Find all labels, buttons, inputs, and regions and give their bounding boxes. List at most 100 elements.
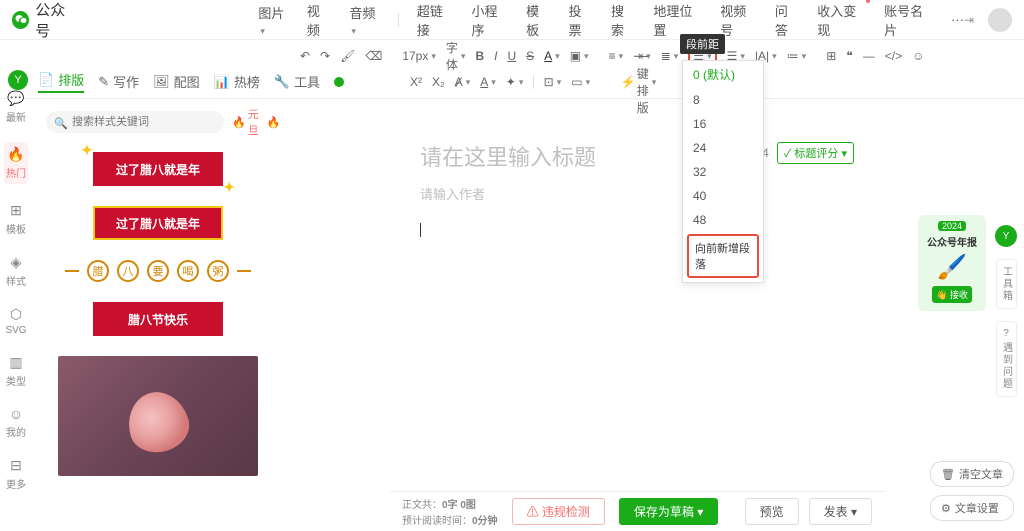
rail-latest[interactable]: 💬最新	[6, 90, 26, 124]
rail-mine[interactable]: ☺我的	[6, 406, 26, 439]
editor-cursor[interactable]	[420, 223, 421, 237]
italic-icon[interactable]: I	[494, 49, 497, 63]
bgcolor-icon[interactable]: ▣	[570, 49, 589, 63]
spacing-option-24[interactable]: 24	[683, 136, 763, 160]
rail-hot[interactable]: 🔥热门	[4, 142, 28, 184]
letterspacing-icon[interactable]: Ⱥ	[455, 75, 471, 89]
template-item-4[interactable]: 腊八节快乐	[93, 302, 223, 336]
menu-image[interactable]: 图片	[258, 3, 289, 37]
toolbox-button[interactable]: 工具箱	[996, 259, 1017, 309]
wechat-icon	[12, 11, 29, 29]
spacing-option-0[interactable]: 0 (默认)	[683, 61, 763, 88]
spacing-option-40[interactable]: 40	[683, 184, 763, 208]
filter-spring[interactable]: 🔥新年	[267, 106, 278, 138]
menu-qa[interactable]: 问答	[775, 1, 799, 39]
spacing-option-48[interactable]: 48	[683, 208, 763, 232]
rail-svg[interactable]: ⬡SVG	[5, 306, 26, 336]
list-icon[interactable]: ≔	[787, 49, 807, 63]
menu-video[interactable]: 视频	[307, 1, 331, 39]
tab-write[interactable]: ✎ 写作	[98, 72, 139, 91]
hr-icon[interactable]: —	[863, 49, 875, 63]
fontsize-select[interactable]: 17px	[402, 49, 436, 63]
tab-layout[interactable]: 📄 排版	[38, 70, 84, 93]
title-score-button[interactable]: ✓ 标题评分 ▾	[777, 142, 854, 164]
template-search-input[interactable]	[46, 111, 224, 133]
user-avatar[interactable]	[988, 8, 1012, 32]
menu-miniprogram[interactable]: 小程序	[471, 1, 508, 39]
author-placeholder[interactable]: 请输入作者	[420, 184, 854, 203]
style-icon: ◈	[11, 254, 22, 271]
border-icon[interactable]: ▭	[571, 75, 590, 89]
rail-more[interactable]: ⊟更多	[6, 457, 26, 491]
tab-image[interactable]: 🖼 配图	[153, 72, 200, 91]
spacing-option-32[interactable]: 32	[683, 160, 763, 184]
bold-icon[interactable]: B	[475, 49, 484, 63]
publish-button[interactable]: 发表 ▾	[809, 498, 872, 525]
menu-location[interactable]: 地理位置	[653, 1, 702, 39]
menu-hyperlink[interactable]: 超链接	[417, 1, 454, 39]
user-icon: ☺	[9, 406, 23, 422]
clear-article-button[interactable]: 🗑 清空文章	[930, 461, 1014, 487]
template-item-1[interactable]: 过了腊八就是年	[93, 152, 223, 186]
emoji-icon[interactable]: ☺	[912, 49, 924, 63]
menu-template[interactable]: 模板	[526, 1, 550, 39]
editor-canvas[interactable]: 54 ✓ 标题评分 ▾ 请在这里输入标题 请输入作者	[390, 100, 884, 491]
lineheight-icon[interactable]: ≣	[661, 49, 679, 63]
menu-more[interactable]: ···	[951, 12, 964, 27]
search-icon: 🔍	[54, 117, 68, 130]
superscript-icon[interactable]: X²	[410, 75, 422, 89]
rail-types[interactable]: ▥类型	[6, 354, 26, 388]
menu-audio[interactable]: 音频	[349, 3, 380, 37]
template-item-3[interactable]: 腊 八 要 喝 粥	[65, 260, 251, 282]
article-settings-button[interactable]: ⚙ 文章设置	[930, 495, 1014, 521]
menu-vote[interactable]: 投票	[569, 1, 593, 39]
code-icon[interactable]: </>	[885, 49, 902, 63]
menu-card[interactable]: 账号名片	[884, 1, 933, 39]
filter-newyear[interactable]: 🔥元旦	[232, 106, 259, 138]
fire-icon: 🔥	[7, 146, 24, 163]
specialchar-icon[interactable]: ✦	[506, 75, 524, 89]
margin-icon[interactable]: ⊡	[544, 75, 562, 89]
feedback-button[interactable]: ?遇到问题	[996, 321, 1017, 397]
promo-card[interactable]: 2024 公众号年报 🖌️ 👋 接收	[918, 215, 986, 311]
chat-icon: 💬	[7, 90, 24, 107]
add-paragraph-before[interactable]: 向前新增段落	[687, 234, 759, 278]
textcolor-icon[interactable]: A	[544, 49, 560, 63]
tab-hot[interactable]: 📊 热榜	[214, 72, 260, 91]
preview-button[interactable]: 预览	[745, 498, 799, 525]
redo-icon[interactable]: ↷	[320, 49, 330, 63]
menu-channels[interactable]: 视频号	[720, 1, 757, 39]
spacing-option-8[interactable]: 8	[683, 88, 763, 112]
right-badge-icon[interactable]: Y	[995, 225, 1017, 247]
menu-revenue[interactable]: 收入变现	[817, 1, 866, 39]
tab-tools[interactable]: 🔧 工具	[274, 72, 320, 91]
brush-icon: 🖌️	[922, 253, 982, 282]
save-draft-button[interactable]: 保存为草稿 ▾	[619, 498, 718, 525]
font-select[interactable]: 字体	[446, 39, 466, 73]
app-badge-icon[interactable]: Y	[8, 70, 28, 90]
menu-search[interactable]: 搜索	[611, 1, 635, 39]
texteffect-icon[interactable]: A	[480, 75, 496, 89]
paragraph-spacing-tooltip: 段前距	[680, 34, 725, 54]
brand-text: 公众号	[35, 0, 78, 41]
underline-icon[interactable]: U	[507, 49, 516, 63]
subscript-icon[interactable]: X₂	[432, 75, 445, 89]
table-icon[interactable]: ⊞	[826, 49, 836, 63]
export-icon[interactable]: ⇥	[964, 13, 974, 27]
rail-templates[interactable]: ⊞模板	[6, 202, 26, 236]
undo-icon[interactable]: ↶	[300, 49, 310, 63]
grid-icon: ⊞	[10, 202, 22, 219]
quote-icon[interactable]: ❝	[846, 49, 852, 63]
paragraph-spacing-dropdown: 0 (默认) 8 16 24 32 40 48 向前新增段落	[682, 60, 764, 283]
promo-receive-button[interactable]: 👋 接收	[932, 286, 972, 303]
strike-icon[interactable]: S	[526, 49, 534, 63]
promo-year-badge: 2024	[938, 221, 966, 231]
template-item-5[interactable]	[58, 356, 258, 476]
paint-icon[interactable]: 🖌	[340, 49, 355, 63]
template-item-2[interactable]: 过了腊八就是年	[93, 206, 223, 240]
spacing-option-16[interactable]: 16	[683, 112, 763, 136]
clear-format-icon[interactable]: ⌫	[365, 49, 382, 63]
violation-check-button[interactable]: ⚠ 违规检测	[512, 498, 605, 525]
svg-icon: ⬡	[10, 306, 22, 323]
rail-styles[interactable]: ◈样式	[6, 254, 26, 288]
